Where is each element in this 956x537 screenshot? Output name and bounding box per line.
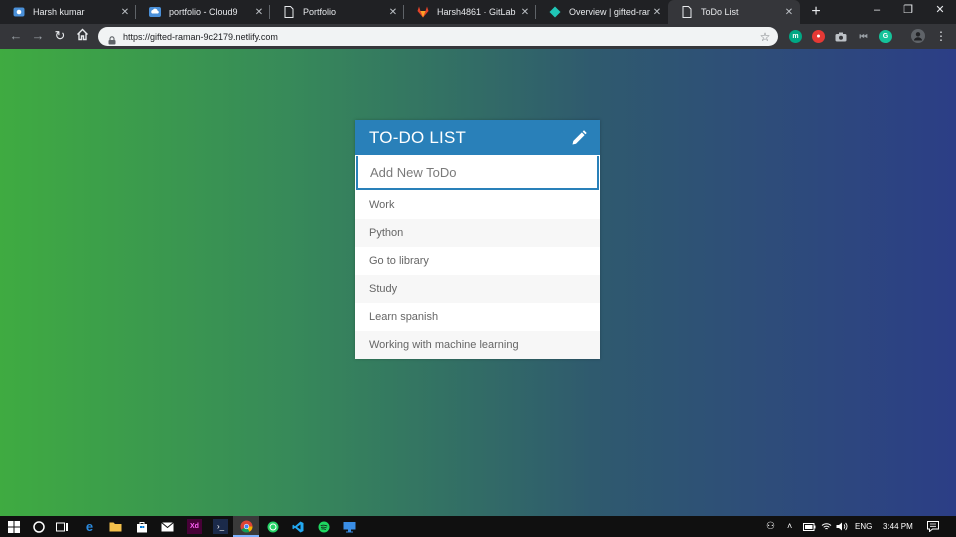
- powershell-icon[interactable]: ›_: [213, 519, 228, 534]
- tab-title: Harsh kumar: [33, 7, 85, 17]
- todo-item[interactable]: Go to library: [355, 247, 600, 275]
- close-window-icon[interactable]: ✕: [925, 0, 955, 24]
- tab-title: ToDo List: [701, 7, 739, 17]
- todo-header: TO-DO LIST: [355, 120, 600, 155]
- gitlab-icon: [417, 6, 429, 18]
- spotify-icon[interactable]: [316, 519, 331, 534]
- netlify-icon: [549, 6, 561, 18]
- document-icon: [283, 6, 295, 18]
- show-hidden-icons[interactable]: ˄: [787, 516, 792, 537]
- todo-item[interactable]: Python: [355, 219, 600, 247]
- meet-icon[interactable]: m: [789, 30, 802, 43]
- back-icon[interactable]: ←: [8, 28, 24, 44]
- todo-card: TO-DO LIST Work Python Go to library Stu…: [355, 120, 600, 359]
- browser-tab[interactable]: Overview | gifted-raman ✕: [536, 0, 668, 24]
- browser-tab-strip: Harsh kumar ✕ portfolio - Cloud9 ✕ Portf…: [0, 0, 956, 24]
- todo-item[interactable]: Learn spanish: [355, 303, 600, 331]
- profile-icon[interactable]: [911, 29, 925, 43]
- windows-taskbar: e Xd ›_ ⚇ ˄ ENG 3:44 PM: [0, 516, 956, 537]
- close-tab-icon[interactable]: ✕: [782, 7, 796, 18]
- bookmark-star-icon[interactable]: ☆: [758, 30, 772, 44]
- media-icon[interactable]: ⏮: [857, 30, 870, 43]
- wifi-icon[interactable]: [821, 516, 832, 537]
- todo-title: TO-DO LIST: [369, 127, 467, 147]
- language-indicator[interactable]: ENG: [855, 516, 872, 537]
- chrome-icon[interactable]: [239, 519, 254, 534]
- cortana-icon[interactable]: [31, 519, 46, 534]
- record-icon[interactable]: ●: [812, 30, 825, 43]
- clock[interactable]: 3:44 PM: [883, 516, 913, 537]
- start-icon[interactable]: [6, 519, 21, 534]
- tab-title: Overview | gifted-raman: [569, 7, 650, 17]
- new-tab-button[interactable]: +: [808, 3, 824, 21]
- whatsapp-icon[interactable]: [265, 519, 280, 534]
- task-view-icon[interactable]: [55, 519, 70, 534]
- browser-toolbar: ← → ↻ https://gifted-raman-9c2179.netlif…: [0, 24, 956, 49]
- todo-list: Work Python Go to library Study Learn sp…: [355, 191, 600, 359]
- camera-icon[interactable]: [834, 30, 847, 43]
- notifications-icon[interactable]: [927, 516, 939, 537]
- mail-icon[interactable]: [160, 519, 175, 534]
- restore-icon[interactable]: ❐: [893, 0, 923, 24]
- close-tab-icon[interactable]: ✕: [252, 7, 266, 18]
- remote-desktop-icon[interactable]: [342, 519, 357, 534]
- close-tab-icon[interactable]: ✕: [650, 7, 664, 18]
- document-icon: [681, 6, 693, 18]
- edge-icon[interactable]: e: [82, 519, 97, 534]
- volume-icon[interactable]: [836, 516, 848, 537]
- cloud9-icon: [149, 6, 161, 18]
- browser-tab[interactable]: Portfolio ✕: [270, 0, 404, 24]
- browser-tab[interactable]: Harsh4861 · GitLab ✕: [404, 0, 536, 24]
- file-explorer-icon[interactable]: [108, 519, 123, 534]
- minimize-icon[interactable]: –: [862, 0, 892, 24]
- lock-icon[interactable]: [108, 32, 116, 45]
- people-icon[interactable]: ⚇: [766, 516, 775, 537]
- add-todo-input[interactable]: [356, 156, 599, 190]
- tab-title: Harsh4861 · GitLab: [437, 7, 516, 17]
- close-tab-icon[interactable]: ✕: [518, 7, 532, 18]
- reload-icon[interactable]: ↻: [52, 28, 68, 44]
- photo-app-icon: [13, 6, 25, 18]
- page-viewport: TO-DO LIST Work Python Go to library Stu…: [0, 49, 956, 516]
- vscode-icon[interactable]: [290, 519, 305, 534]
- tab-title: Portfolio: [303, 7, 337, 17]
- browser-tab[interactable]: portfolio - Cloud9 ✕: [136, 0, 270, 24]
- url-text[interactable]: https://gifted-raman-9c2179.netlify.com: [123, 32, 758, 42]
- pencil-icon[interactable]: [571, 129, 587, 146]
- close-tab-icon[interactable]: ✕: [118, 7, 132, 18]
- todo-item[interactable]: Working with machine learning: [355, 331, 600, 359]
- battery-icon[interactable]: [803, 516, 816, 537]
- close-tab-icon[interactable]: ✕: [386, 7, 400, 18]
- tab-title: portfolio - Cloud9: [169, 7, 238, 17]
- xd-icon[interactable]: Xd: [187, 519, 202, 534]
- forward-icon[interactable]: →: [30, 28, 46, 44]
- browser-tab-active[interactable]: ToDo List ✕: [668, 0, 800, 24]
- grammarly-icon[interactable]: G: [879, 30, 892, 43]
- more-icon[interactable]: ⋮: [933, 28, 949, 44]
- home-icon[interactable]: [74, 28, 90, 44]
- todo-item[interactable]: Work: [355, 191, 600, 219]
- address-bar[interactable]: https://gifted-raman-9c2179.netlify.com …: [98, 27, 778, 46]
- store-icon[interactable]: [134, 519, 149, 534]
- browser-tab[interactable]: Harsh kumar ✕: [0, 0, 136, 24]
- todo-item[interactable]: Study: [355, 275, 600, 303]
